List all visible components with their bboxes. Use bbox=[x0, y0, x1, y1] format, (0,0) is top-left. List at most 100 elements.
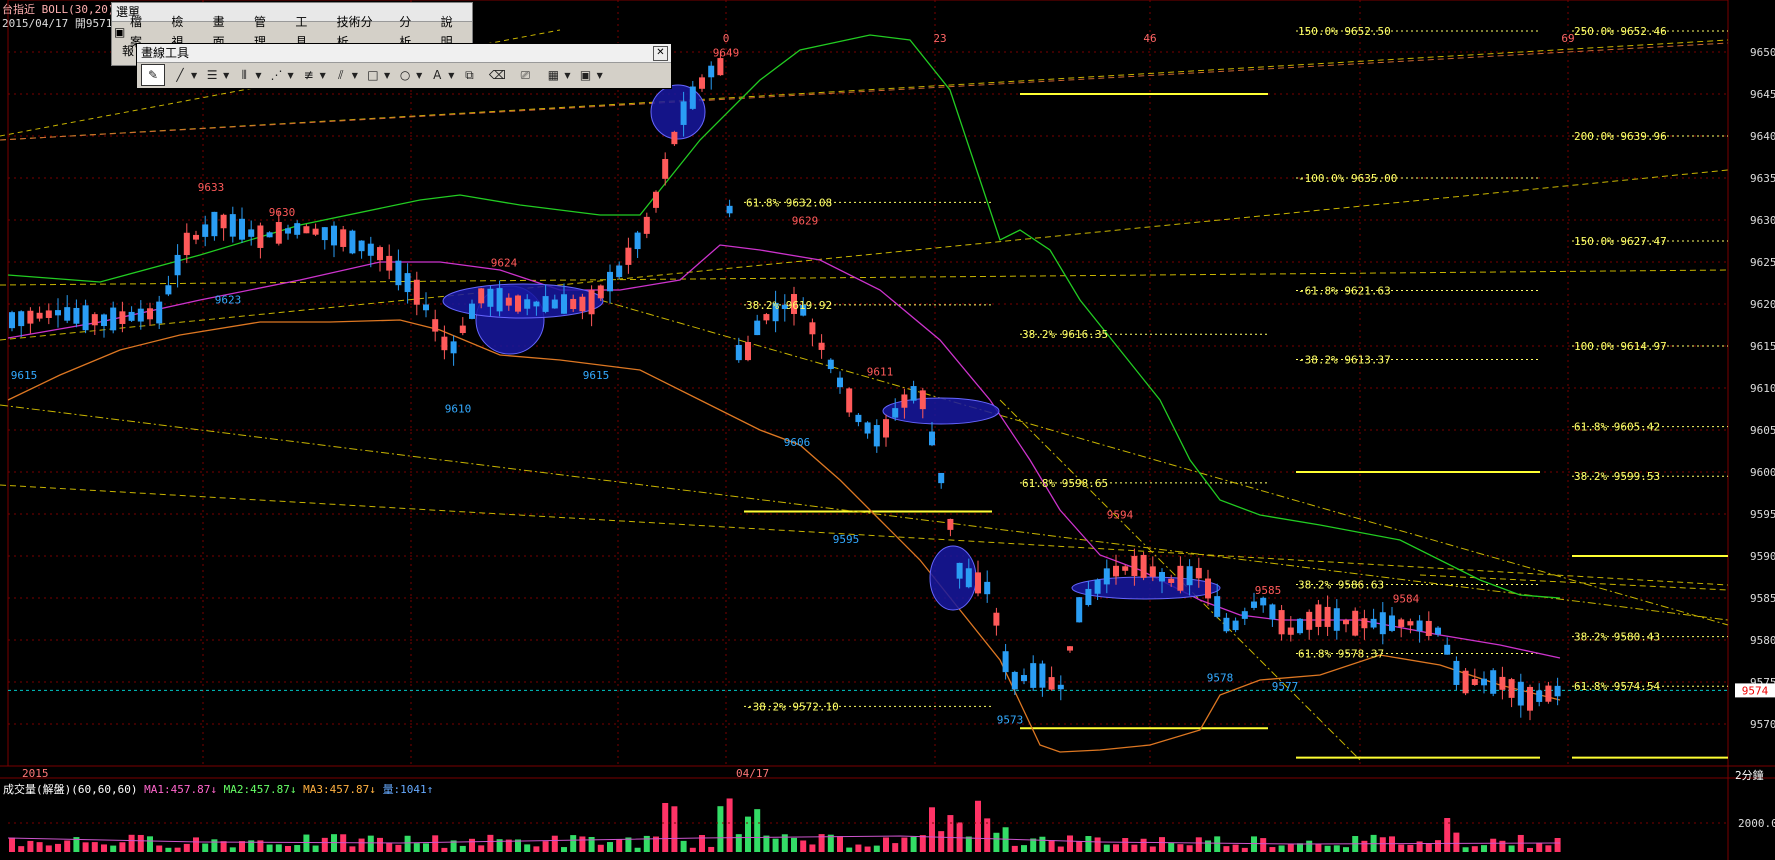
volume-bar bbox=[965, 836, 972, 852]
volume-bar bbox=[358, 838, 365, 852]
fan-icon[interactable]: ⋰ bbox=[263, 65, 289, 85]
price-axis-label: 9620 bbox=[1750, 298, 1775, 311]
vertical-lines-icon[interactable]: ⦀ bbox=[231, 65, 257, 85]
chevron-down-icon[interactable]: ▼ bbox=[320, 71, 326, 80]
save-icon[interactable]: ▣ bbox=[573, 65, 599, 85]
volume-ma2: MA2:457.87↓ bbox=[223, 783, 297, 796]
price-axis-label: 9590 bbox=[1750, 550, 1775, 563]
candle-body bbox=[864, 422, 871, 434]
rectangle-icon[interactable]: □ bbox=[360, 65, 386, 85]
volume-bar bbox=[423, 843, 429, 852]
candle-body bbox=[947, 518, 954, 530]
trend-line bbox=[0, 404, 1729, 621]
drawing-toolbar[interactable]: 畫線工具 ✕ ✎ ╱ ▼ ☰ ▼ ⦀ ▼ ⋰ ▼ ≢ ▼ ⫽ ▼ □ ▼ ○ ▼ A ▼ ⧉ ⌫ … bbox=[136, 43, 672, 89]
candle-body bbox=[1232, 620, 1239, 631]
volume-bar bbox=[1011, 845, 1018, 852]
text-icon[interactable]: A bbox=[424, 65, 450, 85]
volume-bar bbox=[1536, 842, 1543, 852]
chevron-down-icon[interactable]: ▼ bbox=[191, 71, 197, 80]
fib-label: 61.8% 9605.42 bbox=[1574, 421, 1660, 434]
fib-label: 38.2% 9619.92 bbox=[746, 299, 832, 312]
candle-body bbox=[294, 223, 301, 235]
close-icon[interactable]: ✕ bbox=[653, 46, 668, 61]
ellipse-icon[interactable]: ○ bbox=[392, 65, 418, 85]
volume-bar bbox=[1048, 840, 1055, 852]
candle-body bbox=[1067, 646, 1073, 651]
volume-bar bbox=[1527, 847, 1533, 852]
candle-body bbox=[699, 77, 705, 89]
chevron-down-icon[interactable]: ▼ bbox=[223, 71, 229, 80]
volume-bar bbox=[1471, 846, 1478, 852]
chevron-down-icon[interactable]: ▼ bbox=[564, 71, 570, 80]
interval-label[interactable]: 2分鐘 bbox=[1735, 767, 1764, 783]
candle-body bbox=[248, 229, 255, 237]
clear-icon[interactable]: ⎚ bbox=[512, 65, 538, 85]
candle-body bbox=[55, 310, 61, 316]
select-draw-icon[interactable]: ✎ bbox=[141, 64, 165, 86]
volume-bar bbox=[634, 847, 641, 852]
fib-label: -61.8% 9621.63 bbox=[1298, 285, 1391, 298]
candle-body bbox=[459, 325, 466, 334]
candle-body bbox=[524, 299, 531, 309]
volume-bar bbox=[18, 846, 25, 852]
eraser-icon[interactable]: ⌫ bbox=[484, 65, 510, 85]
price-axis-label: 9640 bbox=[1750, 130, 1775, 143]
volume-bar bbox=[1232, 844, 1239, 852]
volume-bar bbox=[266, 844, 273, 852]
chevron-down-icon[interactable]: ▼ bbox=[597, 71, 603, 80]
chevron-down-icon[interactable]: ▼ bbox=[287, 71, 293, 80]
candle-body bbox=[82, 305, 89, 331]
candle-body bbox=[239, 218, 245, 240]
candle-body bbox=[331, 225, 337, 246]
drawing-toolbar-title: 畫線工具 ✕ bbox=[137, 44, 671, 63]
candle-body bbox=[1223, 617, 1230, 632]
volume-bar bbox=[910, 836, 917, 852]
volume-bar bbox=[1389, 836, 1395, 852]
candle-body bbox=[1370, 618, 1377, 628]
candle-body bbox=[653, 191, 659, 208]
price-chart[interactable]: 9649 9633 9630 9624 9629 9611 9594 9585 9584 9615… bbox=[0, 0, 1775, 860]
candle-body bbox=[1517, 681, 1524, 706]
price-extreme-label: 9611 bbox=[867, 366, 894, 379]
drawing-toolbar-title-text: 畫線工具 bbox=[141, 46, 190, 60]
candle-body bbox=[386, 255, 393, 271]
candle-body bbox=[469, 303, 475, 319]
time-axis-mid: 04/17 bbox=[736, 767, 770, 780]
candle-body bbox=[478, 288, 485, 304]
fib-lines-icon[interactable]: ≢ bbox=[296, 65, 322, 85]
chevron-down-icon[interactable]: ▼ bbox=[384, 71, 390, 80]
price-extreme-label: 9623 bbox=[215, 293, 242, 306]
chevron-down-icon[interactable]: ▼ bbox=[448, 71, 454, 80]
chevron-down-icon[interactable]: ▼ bbox=[352, 71, 358, 80]
fib-label: 38.2% 9616.35 bbox=[1022, 328, 1108, 341]
candle-body bbox=[1113, 565, 1119, 577]
candle-body bbox=[1149, 566, 1156, 577]
chevron-down-icon[interactable]: ▼ bbox=[255, 71, 261, 80]
volume-bar bbox=[643, 835, 650, 852]
candle-body bbox=[1122, 566, 1129, 571]
copy-icon[interactable]: ⧉ bbox=[456, 65, 482, 85]
line-icon[interactable]: ╱ bbox=[167, 65, 193, 85]
fib-label: 61.8% 9632.08 bbox=[746, 196, 832, 209]
volume-bar bbox=[377, 837, 383, 852]
horizontal-lines-icon[interactable]: ☰ bbox=[199, 65, 225, 85]
volume-bar bbox=[469, 838, 475, 852]
candle-body bbox=[1315, 604, 1322, 627]
top-marker: 23 bbox=[933, 32, 946, 45]
candle-body bbox=[413, 279, 420, 305]
price-axis-label: 9580 bbox=[1750, 634, 1775, 647]
color-palette-icon[interactable]: ▦ bbox=[540, 65, 566, 85]
volume-bar bbox=[367, 835, 374, 852]
candle-body bbox=[285, 228, 291, 234]
candle-body bbox=[45, 310, 52, 318]
volume-bar bbox=[285, 846, 291, 852]
parallel-lines-icon[interactable]: ⫽ bbox=[328, 65, 354, 85]
price-axis-label: 9610 bbox=[1750, 382, 1775, 395]
chevron-down-icon[interactable]: ▼ bbox=[416, 71, 422, 80]
volume-bar bbox=[809, 844, 816, 852]
price-extreme-label: 9649 bbox=[713, 46, 740, 59]
volume-bar bbox=[275, 844, 282, 852]
candle-body bbox=[1205, 578, 1211, 599]
candle-body bbox=[450, 341, 457, 354]
candle-body bbox=[929, 431, 935, 446]
